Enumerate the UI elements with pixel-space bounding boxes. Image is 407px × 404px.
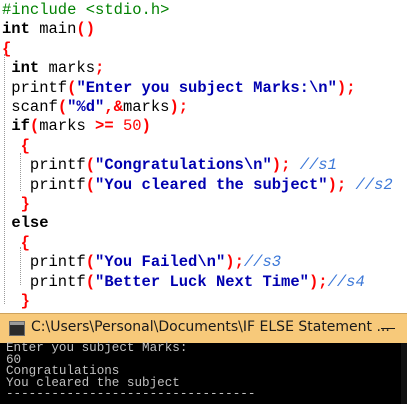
- code-token: "Congratulations\n": [95, 156, 272, 175]
- code-line: printf("You cleared the subject"); //s2: [2, 176, 393, 195]
- code-line: printf("You Failed\n");//s3: [2, 253, 281, 272]
- code-token: "You cleared the subject": [95, 175, 328, 194]
- code-token: (: [85, 156, 96, 175]
- code-token: >=: [95, 117, 114, 136]
- code-token: //s2: [355, 175, 393, 194]
- code-token: main: [29, 20, 77, 39]
- code-token: "%d": [67, 98, 105, 116]
- code-line: printf("Enter you subject Marks:\n");: [2, 78, 356, 98]
- console-titlebar[interactable]: C:\Users\Personal\Documents\IF ELSE Stat…: [0, 314, 407, 343]
- code-token: printf: [2, 156, 86, 175]
- console-title: C:\Users\Personal\Documents\IF ELSE Stat…: [31, 319, 390, 335]
- code-token: if: [11, 117, 30, 136]
- code-token: marks: [122, 98, 170, 116]
- code-token: );: [169, 98, 189, 116]
- code-token: }: [20, 292, 30, 310]
- code-token: printf: [2, 175, 86, 194]
- code-token: //s4: [327, 272, 365, 291]
- code-token: printf: [2, 253, 86, 272]
- code-token: );: [327, 175, 347, 194]
- code-line: }: [2, 292, 30, 311]
- code-line: }: [2, 195, 30, 214]
- code-token: ,&: [104, 98, 123, 116]
- code-token: (): [76, 20, 96, 39]
- code-token: "Enter you subject Marks:\n": [76, 78, 337, 97]
- code-token: );: [271, 156, 291, 175]
- console-output[interactable]: Enter you subject Marks: 60 Congratulati…: [0, 341, 407, 404]
- code-line: scanf("%d",&marks);: [2, 98, 188, 117]
- code-token: #include <stdio.h>: [2, 1, 170, 19]
- code-token: else: [11, 214, 49, 233]
- code-token: (: [85, 272, 96, 291]
- code-editor[interactable]: #include <stdio.h> int main(){ int marks;…: [0, 0, 407, 313]
- code-token: ;: [95, 59, 105, 78]
- code-token: (: [29, 117, 40, 136]
- console-app-icon: [9, 321, 25, 336]
- code-token: );: [225, 253, 244, 272]
- code-line: if(marks >= 50): [2, 117, 151, 136]
- code-token: 50: [122, 117, 142, 136]
- code-token: //s1: [299, 156, 337, 175]
- code-token: marks: [39, 117, 96, 136]
- code-token: printf: [2, 272, 86, 291]
- code-line: {: [2, 234, 30, 253]
- code-token: (: [85, 253, 96, 272]
- code-token: (: [57, 98, 68, 116]
- code-line: {: [2, 137, 30, 156]
- console-line: Enter you subject Marks:: [6, 341, 188, 355]
- code-token: "You Failed\n": [95, 253, 226, 272]
- code-token: int: [2, 20, 30, 39]
- code-token: }: [20, 195, 30, 213]
- code-token: ): [141, 117, 151, 136]
- code-line: {: [2, 40, 11, 59]
- code-token: "Better Luck Next Time": [95, 272, 309, 291]
- code-token: (: [85, 175, 96, 194]
- console-window[interactable]: C:\Users\Personal\Documents\IF ELSE Stat…: [0, 313, 407, 404]
- minimize-icon[interactable]: [378, 320, 400, 336]
- code-line: int main(): [2, 20, 95, 39]
- console-line: ---------------------------------: [6, 387, 256, 402]
- code-line: printf("Congratulations\n"); //s1: [2, 156, 337, 175]
- code-token: {: [20, 136, 30, 155]
- code-token: marks: [39, 59, 96, 78]
- console-scroll-edge: [401, 343, 407, 404]
- code-token: );: [308, 272, 328, 291]
- code-token: scanf: [2, 98, 58, 116]
- code-token: {: [20, 233, 30, 252]
- code-token: printf: [2, 78, 68, 97]
- code-line: int marks;: [2, 59, 104, 78]
- code-token: //s3: [243, 253, 282, 272]
- code-line: printf("Better Luck Next Time");//s4: [2, 273, 365, 292]
- code-line: #include <stdio.h>: [2, 1, 169, 20]
- code-token: int: [11, 59, 40, 78]
- code-line: else: [2, 214, 49, 233]
- code-token: {: [2, 39, 12, 58]
- code-token: );: [336, 78, 356, 97]
